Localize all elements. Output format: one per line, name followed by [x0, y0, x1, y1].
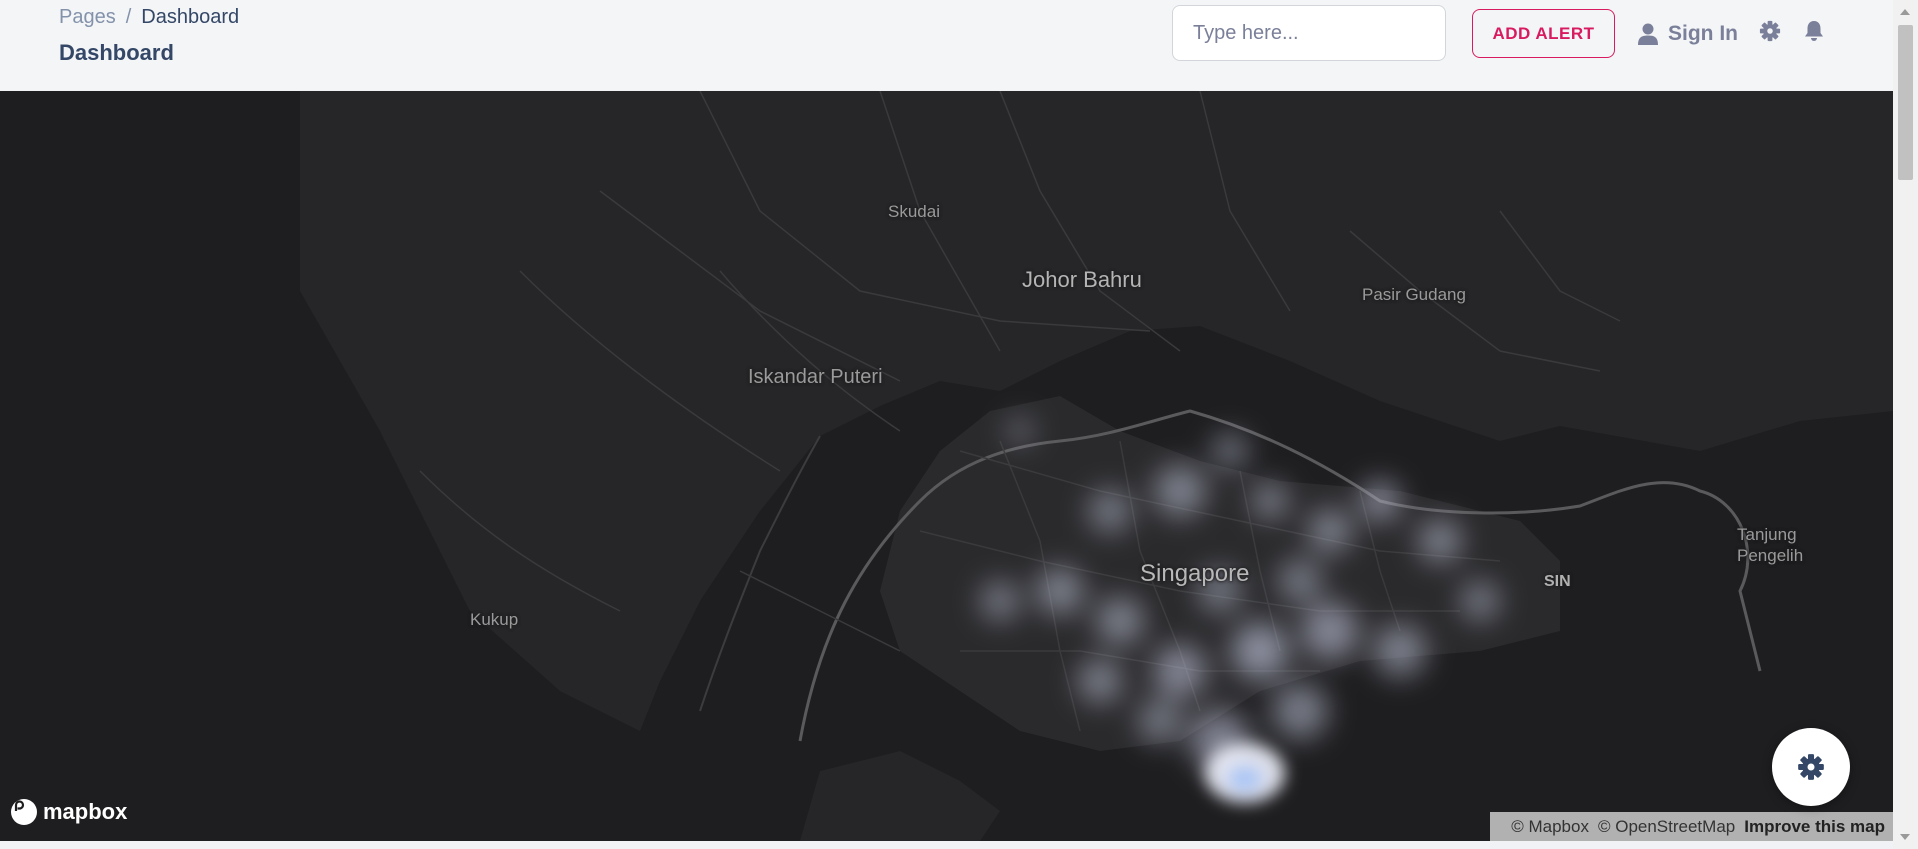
land-batam: [800, 751, 1000, 841]
map-label-kukup: Kukup: [470, 610, 519, 629]
map-label-tanjung: Tanjung: [1737, 525, 1797, 544]
map-label-pengelih: Pengelih: [1737, 546, 1804, 565]
map-label-pasir-gudang: Pasir Gudang: [1362, 285, 1466, 304]
scroll-up-arrow-icon[interactable]: [1900, 9, 1910, 15]
settings-fab-button[interactable]: [1772, 728, 1850, 806]
search-box: [1172, 5, 1446, 61]
map-label-skudai: Skudai: [888, 202, 940, 221]
user-icon: [1638, 23, 1658, 45]
search-input[interactable]: [1173, 6, 1445, 60]
navbar: Pages / Dashboard Dashboard ADD ALERT Si…: [0, 0, 1918, 90]
sign-in-label: Sign In: [1668, 22, 1738, 45]
map-label-iskandar-puteri: Iskandar Puteri: [748, 366, 883, 388]
map-canvas: [300, 91, 1893, 841]
mapbox-logo[interactable]: mapbox: [11, 799, 127, 825]
page-scrollbar[interactable]: [1893, 0, 1918, 849]
scroll-down-arrow-icon[interactable]: [1900, 834, 1910, 840]
heatmap-map[interactable]: Skudai Johor Bahru Pasir Gudang Iskandar…: [0, 91, 1893, 841]
map-label-sin: SIN: [1544, 573, 1571, 590]
add-alert-button[interactable]: ADD ALERT: [1472, 9, 1615, 58]
breadcrumb-root-link[interactable]: Pages: [59, 6, 116, 29]
breadcrumb-separator: /: [125, 6, 132, 28]
mapbox-logo-icon: [11, 799, 37, 825]
gear-icon: [1798, 754, 1824, 780]
gear-icon[interactable]: [1759, 20, 1781, 42]
attribution-osm-link[interactable]: © OpenStreetMap: [1598, 817, 1735, 837]
heatmap-core: [1205, 743, 1285, 803]
map-attribution: © Mapbox © OpenStreetMap Improve this ma…: [1490, 812, 1893, 841]
map-label-johor-bahru: Johor Bahru: [1022, 267, 1142, 292]
scroll-thumb[interactable]: [1898, 25, 1913, 180]
map-label-singapore: Singapore: [1140, 560, 1250, 587]
sign-in-link[interactable]: Sign In: [1638, 18, 1738, 50]
breadcrumb: Pages / Dashboard: [59, 6, 239, 29]
bell-icon[interactable]: [1804, 20, 1824, 42]
improve-map-link[interactable]: Improve this map: [1744, 817, 1885, 837]
page-title: Dashboard: [59, 40, 174, 65]
attribution-mapbox-link[interactable]: © Mapbox: [1511, 817, 1589, 837]
breadcrumb-current: Dashboard: [141, 6, 240, 28]
mapbox-logo-text: mapbox: [43, 799, 128, 824]
